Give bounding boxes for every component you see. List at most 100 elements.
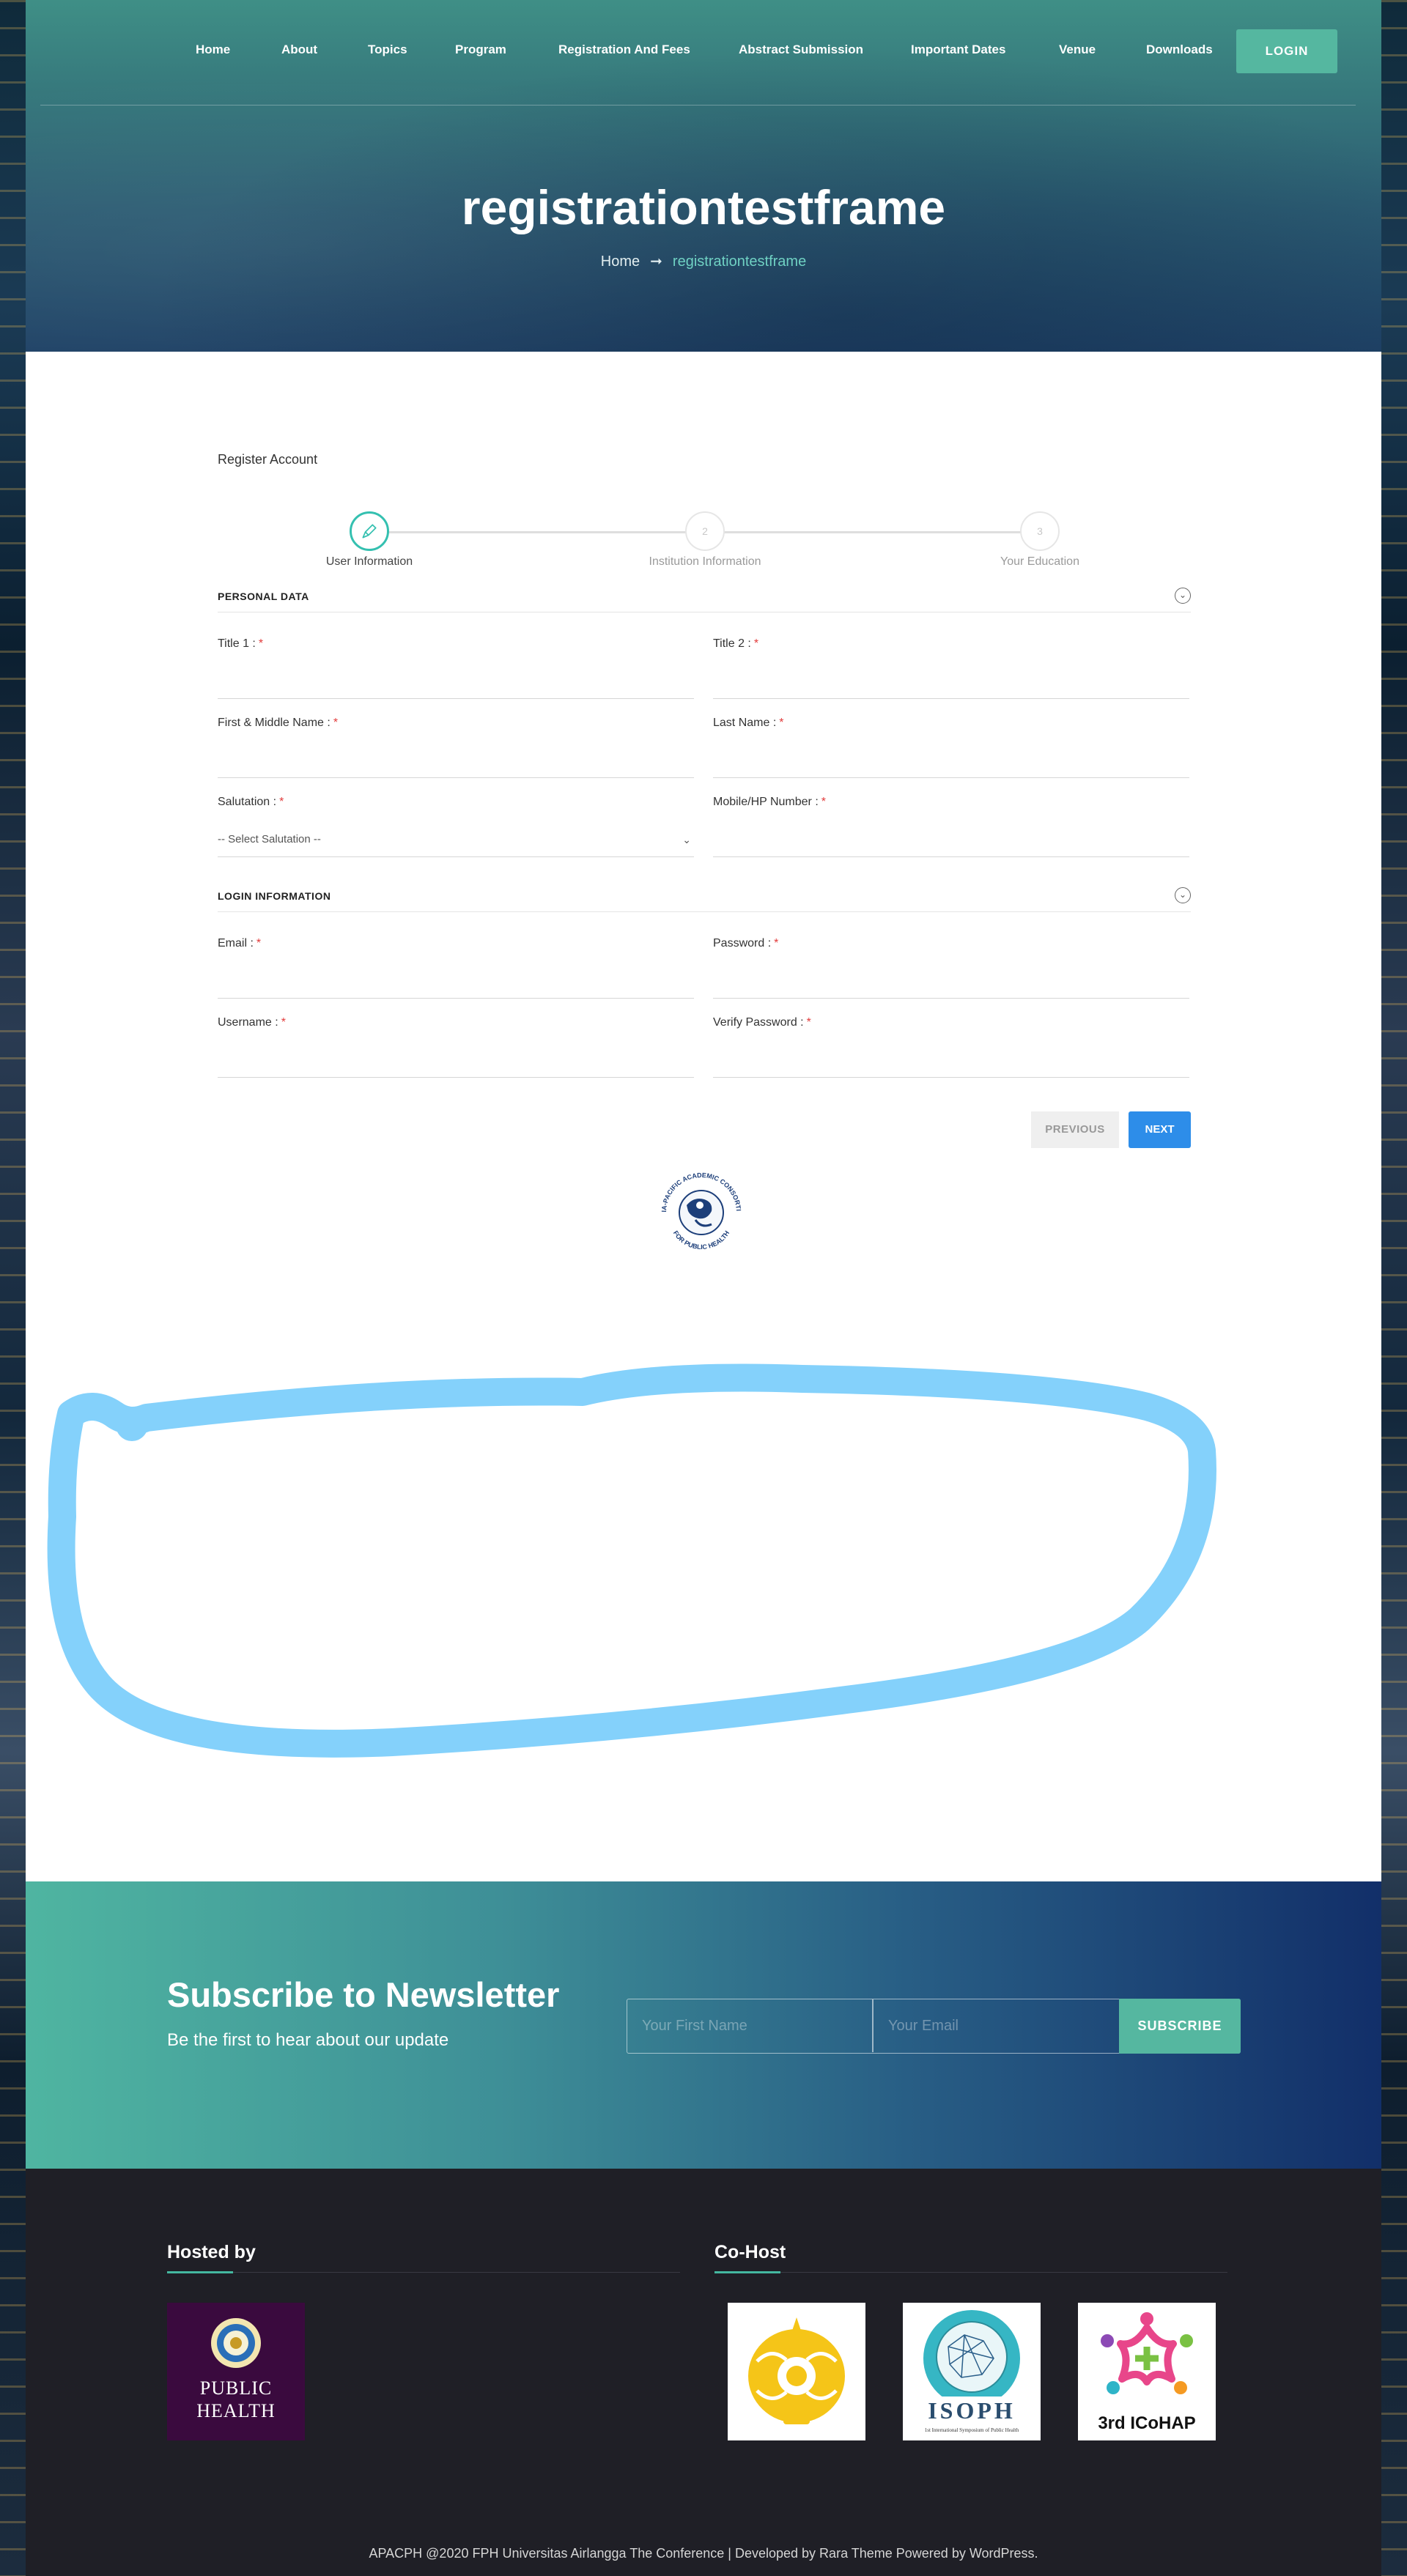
required-mark: * <box>258 637 264 650</box>
universitas-indonesia-logo[interactable] <box>728 2303 865 2440</box>
arrow-right-icon: ➞ <box>650 253 662 270</box>
salutation-select[interactable]: -- Select Salutation -- ⌄ <box>218 822 694 857</box>
nav-divider <box>40 105 1356 106</box>
required-mark: * <box>806 1016 811 1029</box>
username-input[interactable] <box>218 1043 694 1078</box>
salutation-label: Salutation : <box>218 796 277 808</box>
isoph-network-icon: ISOPH 1st International Symposium of Pub… <box>923 2310 1020 2433</box>
previous-button[interactable]: PREVIOUS <box>1031 1111 1119 1148</box>
newsletter-subtitle: Be the first to hear about our update <box>167 2030 449 2050</box>
public-health-emblem-icon: PUBLIC HEALTH <box>196 2318 276 2421</box>
email-label: Email : <box>218 937 254 950</box>
first-name-label: First & Middle Name : <box>218 717 330 729</box>
copyright-text: APACPH @2020 FPH Universitas Airlangga T… <box>369 2546 1038 2561</box>
site-footer: Hosted by Co-Host PUBLIC HEALTH ISOPH 1s… <box>26 2169 1381 2576</box>
public-health-logo[interactable]: PUBLIC HEALTH <box>167 2303 305 2440</box>
login-information-section[interactable]: LOGIN INFORMATION ⌄ <box>218 884 1191 912</box>
step-3-circle[interactable]: 3 <box>1020 511 1060 551</box>
hosted-by-heading: Hosted by <box>167 2242 256 2262</box>
co-host-heading: Co-Host <box>714 2242 786 2262</box>
nav-registration-fees[interactable]: Registration And Fees <box>558 42 690 57</box>
annotation-scribble <box>47 1363 1216 1758</box>
breadcrumb-home[interactable]: Home <box>601 253 640 270</box>
step-2-circle[interactable]: 2 <box>685 511 725 551</box>
newsletter-email-input[interactable] <box>874 1999 1115 2052</box>
email-input[interactable] <box>218 963 694 999</box>
login-button[interactable]: LOGIN <box>1236 29 1337 73</box>
co-host-divider <box>714 2272 1227 2273</box>
title1-field: Title 1 : * <box>218 637 694 703</box>
isoph-name: ISOPH <box>928 2397 1016 2424</box>
email-field: Email : * <box>218 937 694 1003</box>
icohap-people-icon: 3rd ICoHAP <box>1098 2312 1196 2433</box>
chevron-down-icon[interactable]: ⌄ <box>1175 887 1191 903</box>
nav-downloads[interactable]: Downloads <box>1146 42 1213 57</box>
title2-input[interactable] <box>713 664 1189 699</box>
public-health-line2: HEALTH <box>196 2400 276 2421</box>
mobile-label: Mobile/HP Number : <box>713 796 819 808</box>
background-left-edge <box>0 0 26 2576</box>
username-field: Username : * <box>218 1016 694 1082</box>
isoph-logo[interactable]: ISOPH 1st International Symposium of Pub… <box>903 2303 1041 2440</box>
required-mark: * <box>279 796 284 808</box>
personal-data-section[interactable]: PERSONAL DATA ⌄ <box>218 585 1191 612</box>
page-title: registrationtestframe <box>461 180 946 234</box>
hosted-by-divider <box>167 2272 680 2273</box>
step-1-label: User Information <box>325 555 413 568</box>
pencil-icon <box>362 524 377 538</box>
title2-label: Title 2 : <box>713 637 751 650</box>
nav-home[interactable]: Home <box>196 42 230 57</box>
required-mark: * <box>779 717 784 729</box>
title1-label: Title 1 : <box>218 637 256 650</box>
next-button[interactable]: NEXT <box>1129 1111 1191 1148</box>
hero-header: Home About Topics Program Registration A… <box>26 0 1381 352</box>
icohap-logo[interactable]: 3rd ICoHAP <box>1078 2303 1216 2440</box>
step-2-label: Institution Information <box>649 555 761 568</box>
newsletter-form: SUBSCRIBE <box>627 1999 1241 2054</box>
required-mark: * <box>333 717 339 729</box>
password-label: Password : <box>713 937 772 950</box>
main-nav: Home About Topics Program Registration A… <box>26 29 1381 73</box>
co-host-accent <box>714 2271 780 2273</box>
mobile-field: Mobile/HP Number : * <box>713 796 1189 862</box>
first-name-input[interactable] <box>218 743 694 778</box>
step-1-circle[interactable] <box>350 511 389 551</box>
isoph-caption: 1st International Symposium of Public He… <box>925 2427 1019 2433</box>
salutation-field: Salutation : * -- Select Salutation -- ⌄ <box>218 796 694 862</box>
personal-data-heading: PERSONAL DATA <box>218 591 309 602</box>
verify-password-field: Verify Password : * <box>713 1016 1189 1082</box>
public-health-line1: PUBLIC <box>200 2377 272 2399</box>
newsletter-title: Subscribe to Newsletter <box>167 1975 560 2014</box>
salutation-value: -- Select Salutation -- <box>218 833 321 845</box>
required-mark: * <box>281 1016 286 1029</box>
chevron-down-icon[interactable]: ⌄ <box>1175 588 1191 604</box>
hosted-by-accent <box>167 2271 233 2273</box>
required-mark: * <box>774 937 779 950</box>
newsletter-first-name-input[interactable] <box>627 1999 869 2052</box>
breadcrumb-current: registrationtestframe <box>672 253 807 270</box>
password-field: Password : * <box>713 937 1189 1003</box>
chevron-down-icon: ⌄ <box>682 834 691 845</box>
nav-program[interactable]: Program <box>455 42 506 57</box>
last-name-label: Last Name : <box>713 717 777 729</box>
step-3-label: Your Education <box>1000 555 1079 568</box>
required-mark: * <box>821 796 826 808</box>
nav-abstract-submission[interactable]: Abstract Submission <box>739 42 863 57</box>
subscribe-button[interactable]: SUBSCRIBE <box>1119 1999 1241 2054</box>
nav-about[interactable]: About <box>281 42 317 57</box>
nav-important-dates[interactable]: Important Dates <box>911 42 1005 57</box>
nav-topics[interactable]: Topics <box>368 42 407 57</box>
background-right-edge <box>1381 0 1407 2576</box>
nav-venue[interactable]: Venue <box>1059 42 1096 57</box>
verify-password-input[interactable] <box>713 1043 1189 1078</box>
login-information-heading: LOGIN INFORMATION <box>218 890 331 902</box>
password-input[interactable] <box>713 963 1189 999</box>
required-mark: * <box>753 637 759 650</box>
apacph-consortium-logo: ASIA-PACIFIC ACADEMIC CONSORTIUM FOR PUB… <box>650 1161 742 1251</box>
last-name-field: Last Name : * <box>713 717 1189 782</box>
title2-field: Title 2 : * <box>713 637 1189 703</box>
last-name-input[interactable] <box>713 743 1189 778</box>
mobile-input[interactable] <box>713 822 1189 857</box>
first-name-field: First & Middle Name : * <box>218 717 694 782</box>
title1-input[interactable] <box>218 664 694 699</box>
